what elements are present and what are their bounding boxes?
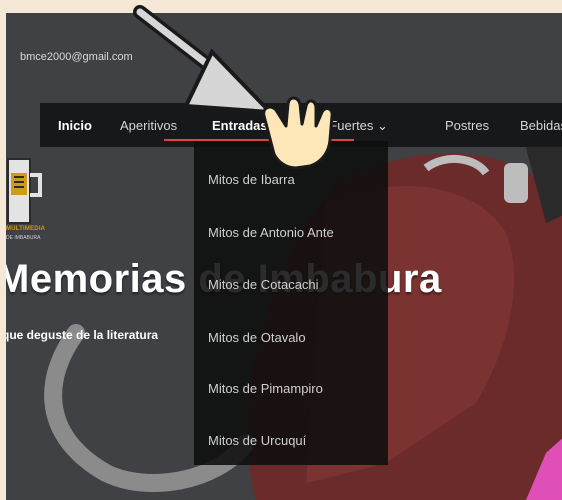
dropdown-item-ibarra[interactable]: Mitos de Ibarra (208, 172, 295, 187)
hero-subtitle: que deguste de la literatura (6, 328, 159, 342)
nav-item-aperitivos[interactable]: Aperitivos (120, 118, 177, 133)
nav-item-postres[interactable]: Postres (445, 118, 489, 133)
nav-item-entradas[interactable]: Entradas (212, 118, 268, 133)
logo-text: MULTIMEDIA (6, 226, 46, 232)
logo-subtext: DE IMBABURA (6, 235, 41, 241)
nav-item-inicio[interactable]: Inicio (58, 118, 92, 133)
nav-item-bebidas[interactable]: Bebidas (520, 118, 562, 133)
browser-viewport: bmce2000@gmail.com Inicio Aperitivos Ent… (6, 13, 562, 500)
dropdown-item-pimampiro[interactable]: Mitos de Pimampiro (208, 381, 323, 396)
dropdown-item-otavalo[interactable]: Mitos de Otavalo (208, 330, 306, 345)
nav-item-platos-fuertes[interactable]: os Fuertes ⌄ (312, 118, 388, 134)
entradas-dropdown-menu: Mitos de Ibarra Mitos de Antonio Ante Mi… (194, 141, 388, 465)
contact-email[interactable]: bmce2000@gmail.com (20, 51, 133, 63)
dropdown-item-antonio-ante[interactable]: Mitos de Antonio Ante (208, 225, 334, 240)
dropdown-item-urcuqui[interactable]: Mitos de Urcuquí (208, 433, 306, 448)
dropdown-item-cotacachi[interactable]: Mitos de Cotacachi (208, 277, 319, 292)
